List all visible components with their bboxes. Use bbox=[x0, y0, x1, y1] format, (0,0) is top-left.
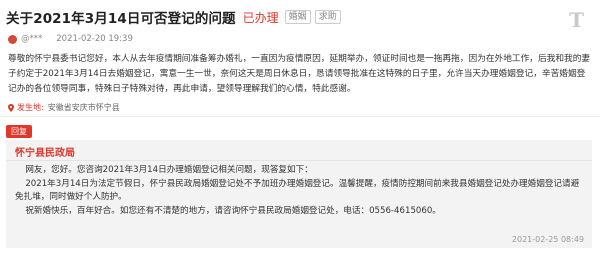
status-badge: 已办理 bbox=[242, 10, 279, 25]
question-body: 尊敬的怀宁县委书记您好，本人从去年疫情期间准备筹办婚礼，一直因为疫情原因，延期举… bbox=[8, 54, 591, 94]
reply-body: 网友，您好。您咨询2021年3月14日办理婚姻登记相关问题，现答复如下： 202… bbox=[15, 164, 585, 218]
reply-date: 2021-02-25 08:49 bbox=[511, 235, 584, 244]
reply-panel: 怀宁县民政局 网友，您好。您咨询2021年3月14日办理婚姻登记相关问题，现答复… bbox=[6, 140, 592, 248]
reply-line: 祝新婚快乐，百年好合。如您还有不清楚的地方，请咨询怀宁县民政局婚姻登记处，电话：… bbox=[25, 205, 441, 216]
reply-badge: 回复 bbox=[6, 125, 32, 138]
reply-org: 怀宁县民政局 bbox=[15, 148, 75, 159]
avatar bbox=[8, 34, 17, 44]
category-tag[interactable]: 婚姻 bbox=[284, 10, 311, 24]
text-size-icon[interactable]: T bbox=[569, 8, 584, 32]
post-meta: @*** 2021-02-20 19:39 bbox=[8, 34, 133, 44]
reply-divider bbox=[6, 160, 592, 161]
page-title: 关于2021年3月14日可否登记的问题 bbox=[6, 11, 236, 27]
divider bbox=[0, 116, 600, 117]
reply-line: 2021年3月14日为法定节假日，怀宁县民政局婚姻登记处不予加班办理婚姻登记。温… bbox=[15, 178, 580, 203]
header: 关于2021年3月14日可否登记的问题 已办理 婚姻 求助 T bbox=[6, 6, 594, 32]
location: 发生地: 安徽省安庆市怀宁县 bbox=[8, 102, 120, 113]
location-pin-icon bbox=[8, 103, 14, 112]
post-date: 2021-02-20 19:39 bbox=[56, 34, 133, 44]
location-label: 发生地: bbox=[17, 103, 44, 112]
reply-line: 网友，您好。您咨询2021年3月14日办理婚姻登记相关问题，现答复如下： bbox=[25, 165, 313, 175]
type-tag[interactable]: 求助 bbox=[314, 10, 341, 24]
author-name: @*** bbox=[21, 34, 43, 44]
location-value: 安徽省安庆市怀宁县 bbox=[47, 103, 120, 112]
